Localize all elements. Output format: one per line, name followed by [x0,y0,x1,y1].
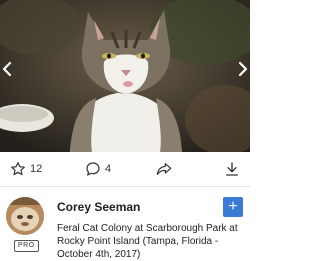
photo-info: PRO Corey Seeman + Feral Cat Colony at S… [0,187,250,260]
favorite-count: 12 [30,163,43,175]
avatar[interactable] [6,197,44,235]
chevron-right-icon [238,61,248,77]
favorite-button[interactable]: 12 [10,152,42,186]
share-button[interactable] [156,152,172,186]
cat-photo [0,0,250,152]
star-icon [11,162,25,176]
follow-button[interactable]: + [223,197,243,217]
share-icon [156,163,172,175]
next-photo-button[interactable] [236,58,250,80]
chevron-left-icon [2,61,12,77]
photo-viewer[interactable] [0,0,250,152]
previous-photo-button[interactable] [0,58,14,80]
pro-badge: PRO [14,240,39,252]
action-bar: 12 4 [0,152,250,187]
download-icon [226,162,238,176]
comment-count: 4 [105,163,112,175]
owner-name[interactable]: Corey Seeman [57,200,140,214]
photo-title: Feral Cat Colony at Scarborough Park at … [57,223,238,260]
comment-icon [86,162,100,176]
comment-button[interactable]: 4 [85,152,111,186]
avatar-image [6,197,44,235]
download-button[interactable] [224,152,240,186]
